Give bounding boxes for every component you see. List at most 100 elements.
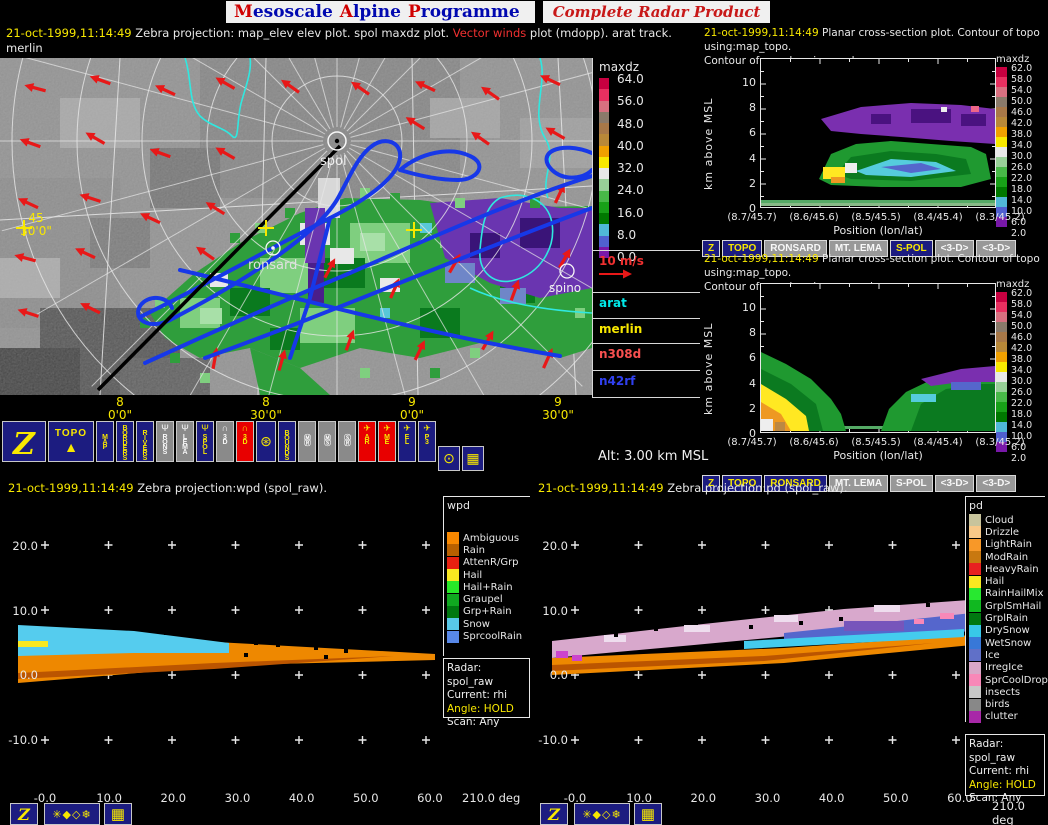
legend-label: SprcoolRain <box>463 631 522 642</box>
legend-label: birds <box>985 699 1010 710</box>
legend-label: AttenR/Grp <box>463 557 519 568</box>
xsection1-colorbar-values: 62.058.054.050.046.042.038.034.030.026.0… <box>1011 63 1045 231</box>
rhi2-grid-button[interactable]: ▦ <box>634 803 662 825</box>
legend-item: SprCoolDrop <box>969 674 1045 686</box>
site-label-spol: spol <box>320 154 347 169</box>
toolbar-button[interactable]: BORDERS <box>116 421 134 462</box>
xsection1-xlabel: Position (lon/lat) <box>760 224 996 237</box>
toolbar-button[interactable]: ⊙ <box>438 446 460 471</box>
toolbar-button-icon: Ψ <box>161 423 169 433</box>
toolbar-button[interactable]: ⓂⓇ <box>298 421 316 462</box>
legend-swatch <box>447 618 459 630</box>
legend-swatch <box>969 662 981 674</box>
rhi2-zebra-button[interactable]: Z <box>540 803 568 825</box>
rhi-panel-pd: 21-oct-1999,11:14:49 Zebra projection:pd… <box>530 478 1048 825</box>
toolbar-button[interactable]: ⓂⓈ <box>318 421 336 462</box>
xsection1-colorbar <box>996 67 1007 227</box>
legend-swatch <box>969 539 981 551</box>
toolbar-button-label: ⓂⓈ <box>324 434 331 444</box>
legend-label: RainHailMix <box>985 588 1044 599</box>
info-line: Radar: spol_raw <box>447 662 526 689</box>
xsection1-plot[interactable] <box>760 58 996 208</box>
rhi2-plot[interactable] <box>544 513 984 766</box>
legend-swatch <box>969 551 981 563</box>
map-colorbar-values: 64.056.048.040.032.024.016.08.00.0 <box>617 72 644 264</box>
legend-label: GrplRain <box>985 613 1028 624</box>
toolbar-button[interactable]: ✈ EL <box>398 421 416 462</box>
toolbar-button[interactable]: Ψ LEMA <box>176 421 194 462</box>
toolbar-button[interactable]: Ψ SPOL <box>196 421 214 462</box>
site-label-spino: spino <box>549 281 581 295</box>
legend-label: Ambiguous <box>463 533 519 544</box>
toolbar-button[interactable]: ✈ ME <box>378 421 396 462</box>
toolbar-button-label: LEMA <box>182 434 189 454</box>
legend-item: Hail <box>447 569 530 581</box>
rhi1-grid-button[interactable]: ▦ <box>104 803 132 825</box>
rhi2-azimuth: 210.0 deg <box>992 799 1048 825</box>
legend-item: Cloud <box>969 514 1045 526</box>
legend-label: IrregIce <box>985 662 1023 673</box>
xsection2-yticks: 1086420 <box>732 301 756 440</box>
toolbar-button-icon: ▲ <box>64 439 78 455</box>
toolbar-button[interactable]: ⓈⓇ <box>338 421 356 462</box>
legend-swatch <box>969 637 981 649</box>
toolbar-button[interactable]: Z <box>2 421 46 462</box>
toolbar-button-icon: Ψ <box>201 423 209 433</box>
legend-swatch <box>969 514 981 526</box>
toolbar-button-icon: Ψ <box>181 423 189 433</box>
legend-item: birds <box>969 698 1045 710</box>
rhi1-legend-title: wpd <box>447 499 530 512</box>
toolbar-button[interactable]: Ψ RONS <box>156 421 174 462</box>
legend-label: Graupel <box>463 594 503 605</box>
xsection2-plot[interactable] <box>760 283 996 433</box>
legend-label: ModRain <box>985 552 1028 563</box>
rhi2-symbols-button[interactable]: ✳◆◇❄ <box>574 803 630 825</box>
rhi2-yticks: 20.010.00.0-10.0 <box>530 539 568 747</box>
rhi2-legend: pd Cloud Drizzle LightRain <box>965 496 1045 722</box>
rhi1-zebra-button[interactable]: Z <box>10 803 38 825</box>
radar-map[interactable]: spol ronsard spino <box>0 58 592 395</box>
rhi1-plot[interactable] <box>14 513 454 766</box>
toolbar-button[interactable]: ∩ 3D <box>236 421 254 462</box>
toolbar-button-icon: ✈ <box>383 423 391 433</box>
rhi2-header: 21-oct-1999,11:14:49 Zebra projection:pd… <box>538 481 848 495</box>
toolbar-button[interactable]: BOUNDS <box>278 421 296 462</box>
app-title: MesoscaleAlpineProgramme <box>226 1 535 23</box>
legend-item: RainHailMix <box>969 588 1045 600</box>
legend-item: IrregIce <box>969 662 1045 674</box>
legend-swatch <box>969 526 981 538</box>
legend-item: clutter <box>969 711 1045 723</box>
xsection2-colorbar <box>996 292 1007 452</box>
legend-item: HeavyRain <box>969 563 1045 575</box>
toolbar-button[interactable]: MAP <box>96 421 114 462</box>
track-label-n308d: n308d <box>593 343 700 370</box>
xsection1-yticks: 1086420 <box>732 76 756 215</box>
track-label-merlin: merlin <box>593 318 700 343</box>
rhi2-info-box: Radar: spol_rawCurrent: rhiAngle: HOLDSc… <box>965 734 1045 796</box>
legend-label: Drizzle <box>985 527 1019 538</box>
toolbar-button[interactable]: ⊛ <box>256 421 276 462</box>
toolbar-button[interactable]: RIVERS <box>136 421 154 462</box>
xsection1-xticks: (8.7/45.7)(8.6/45.6)(8.5/45.5)(8.4/45.4)… <box>724 212 1028 223</box>
toolbar-button-icon: ✈ <box>423 423 431 433</box>
title-bar: MesoscaleAlpineProgramme Complete Radar … <box>226 1 770 23</box>
map-lon-label-3: 90'0" <box>372 396 452 422</box>
legend-label: Grp+Rain <box>463 606 512 617</box>
site-label-ronsard: ronsard <box>248 258 297 273</box>
toolbar-button[interactable]: ✈ P3 <box>418 421 436 462</box>
rhi1-symbols-button[interactable]: ✳◆◇❄ <box>44 803 100 825</box>
toolbar-button[interactable]: ∩ 3D <box>216 421 234 462</box>
legend-swatch <box>447 606 459 618</box>
legend-item: GrplRain <box>969 612 1045 624</box>
legend-item: AttenR/Grp <box>447 557 530 569</box>
legend-label: Hail <box>463 570 482 581</box>
toolbar-button-icon: ⊛ <box>260 433 272 449</box>
legend-label: Ice <box>985 650 1000 661</box>
rhi1-yticks: 20.010.00.0-10.0 <box>0 539 38 747</box>
legend-label: Hail+Rain <box>463 582 513 593</box>
xsection2-ylabel: km above MSL <box>702 305 715 415</box>
legend-label: Snow <box>463 619 490 630</box>
toolbar-button[interactable]: ✈ AR <box>358 421 376 462</box>
toolbar-button[interactable]: ▲ TOPO <box>48 421 94 462</box>
toolbar-button[interactable]: ▦ <box>462 446 484 471</box>
